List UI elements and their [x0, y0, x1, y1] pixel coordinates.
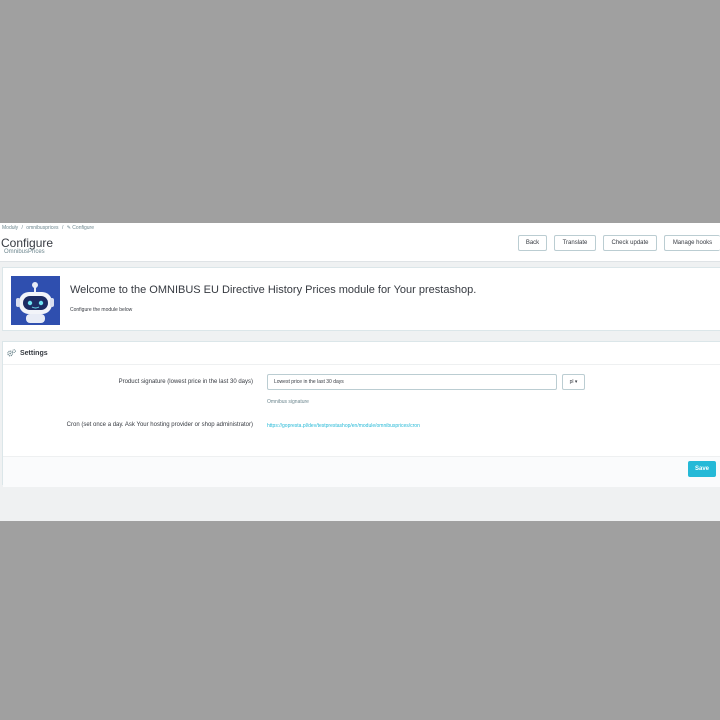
signature-help: Omnibus signature — [267, 399, 309, 405]
breadcrumb: Moduły / omnibusprices / ✎ Configure — [2, 225, 96, 231]
welcome-subtitle: Configure the module below — [70, 307, 133, 313]
gears-icon — [7, 349, 16, 357]
back-button[interactable]: Back — [518, 235, 547, 251]
settings-title: Settings — [20, 349, 48, 357]
settings-footer: Save — [3, 456, 720, 487]
manage-hooks-button[interactable]: Manage hooks — [664, 235, 720, 251]
breadcrumb-separator: / — [21, 225, 23, 231]
welcome-panel: Welcome to the OMNIBUS EU Directive Hist… — [2, 267, 720, 331]
module-configure-screen: Moduły / omnibusprices / ✎ Configure Con… — [0, 223, 720, 521]
welcome-title: Welcome to the OMNIBUS EU Directive Hist… — [70, 284, 477, 296]
check-update-button[interactable]: Check update — [603, 235, 657, 251]
breadcrumb-modules[interactable]: Moduły — [2, 225, 18, 231]
breadcrumb-separator: / — [61, 225, 64, 231]
settings-panel: Settings Product signature (lowest price… — [2, 341, 720, 487]
cron-link[interactable]: https://gopresta.pl/dev/testprestashop/e… — [267, 423, 420, 429]
language-select[interactable]: pl ▾ — [562, 374, 585, 390]
page-subtitle: OmnibusPrices — [4, 249, 45, 255]
robot-icon — [11, 276, 60, 325]
breadcrumb-module[interactable]: omnibusprices — [26, 225, 58, 231]
cron-label: Cron (set once a day. Ask Your hosting p… — [66, 422, 253, 428]
settings-header: Settings — [3, 342, 720, 365]
signature-label: Product signature (lowest price in the l… — [118, 379, 253, 385]
translate-button[interactable]: Translate — [554, 235, 596, 251]
page-header: Moduły / omnibusprices / ✎ Configure Con… — [0, 223, 720, 262]
save-button[interactable]: Save — [688, 461, 716, 477]
signature-input[interactable]: Lowest price in the last 30 days — [267, 374, 557, 390]
toolbar: Back Translate Check update Manage hooks — [518, 235, 720, 251]
page-title: Configure — [1, 236, 54, 250]
breadcrumb-current: ✎ Configure — [66, 225, 94, 231]
